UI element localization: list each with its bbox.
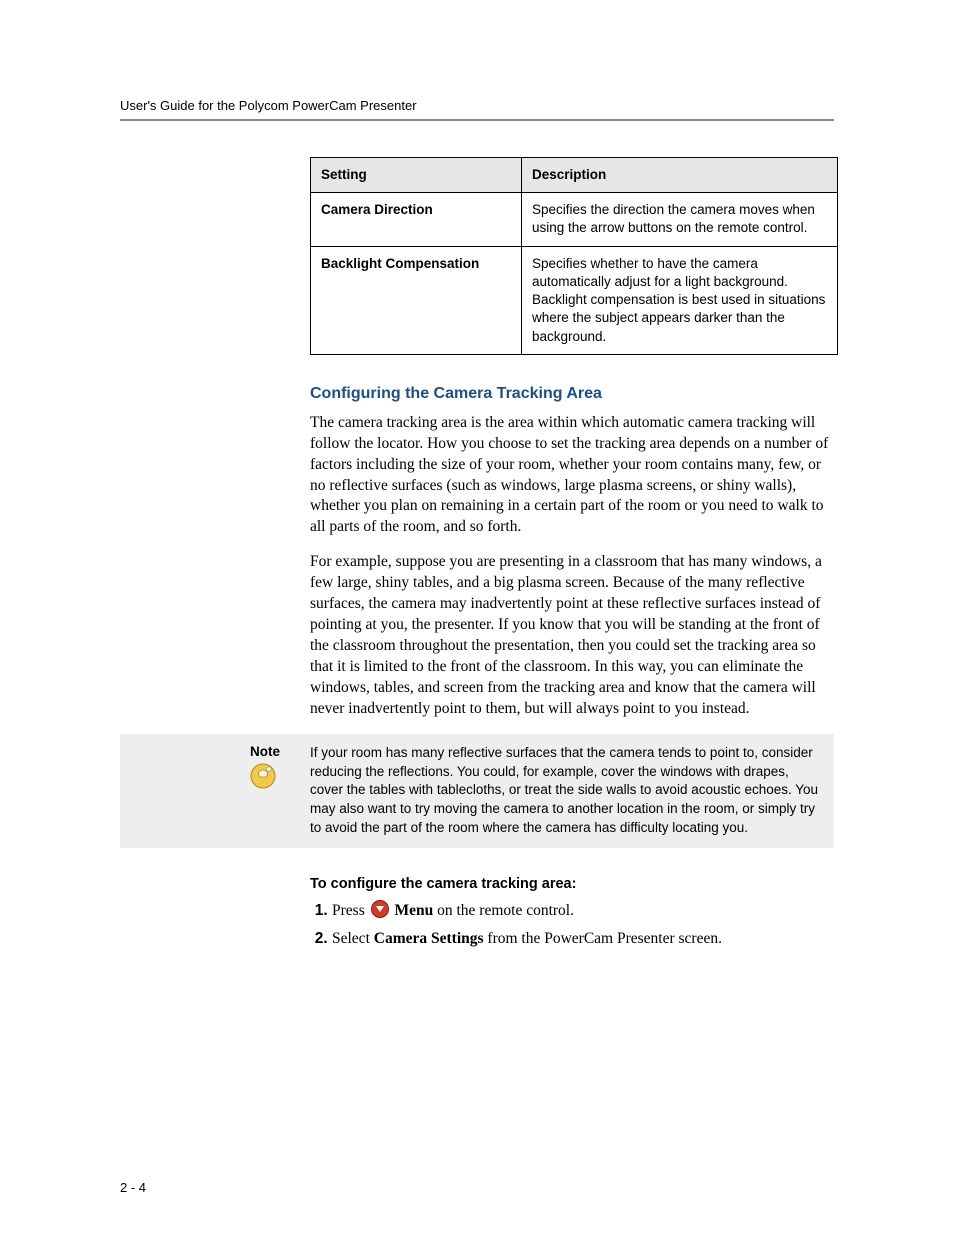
table-row: Camera Direction Specifies the direction… xyxy=(311,193,838,246)
step-text: from the PowerCam Presenter screen. xyxy=(487,930,722,947)
procedure-heading: To configure the camera tracking area: xyxy=(310,876,834,892)
setting-name: Backlight Compensation xyxy=(311,246,522,354)
step-bold: Menu xyxy=(394,902,433,919)
step: Select Camera Settings from the PowerCam… xyxy=(332,928,834,950)
setting-desc: Specifies the direction the camera moves… xyxy=(522,193,838,246)
note-block: Note If your room has many reflective su… xyxy=(120,734,834,848)
step: Press Menu on the remote control. xyxy=(332,900,834,922)
table-row: Backlight Compensation Specifies whether… xyxy=(311,246,838,354)
col-description: Description xyxy=(522,158,838,193)
page: User's Guide for the Polycom PowerCam Pr… xyxy=(0,0,954,1235)
step-text: on the remote control. xyxy=(437,902,574,919)
lightbulb-icon xyxy=(250,763,276,789)
body-paragraph: The camera tracking area is the area wit… xyxy=(310,413,834,539)
setting-desc: Specifies whether to have the camera aut… xyxy=(522,246,838,354)
running-head: User's Guide for the Polycom PowerCam Pr… xyxy=(120,98,834,113)
settings-table: Setting Description Camera Direction Spe… xyxy=(310,157,838,355)
header-rule xyxy=(120,119,834,121)
step-bold: Camera Settings xyxy=(374,930,484,947)
col-setting: Setting xyxy=(311,158,522,193)
procedure-steps: Press Menu on the remote control. Select… xyxy=(310,900,834,949)
page-number: 2 - 4 xyxy=(120,1180,146,1195)
note-text: If your room has many reflective surface… xyxy=(310,744,820,838)
section-heading: Configuring the Camera Tracking Area xyxy=(310,385,834,403)
note-label: Note xyxy=(250,744,310,759)
step-text: Press xyxy=(332,902,369,919)
step-text: Select xyxy=(332,930,374,947)
menu-button-icon xyxy=(371,900,389,918)
table-header-row: Setting Description xyxy=(311,158,838,193)
body-paragraph: For example, suppose you are presenting … xyxy=(310,552,834,719)
main-content: Setting Description Camera Direction Spe… xyxy=(310,157,834,949)
note-gutter: Note xyxy=(120,744,310,838)
setting-name: Camera Direction xyxy=(311,193,522,246)
